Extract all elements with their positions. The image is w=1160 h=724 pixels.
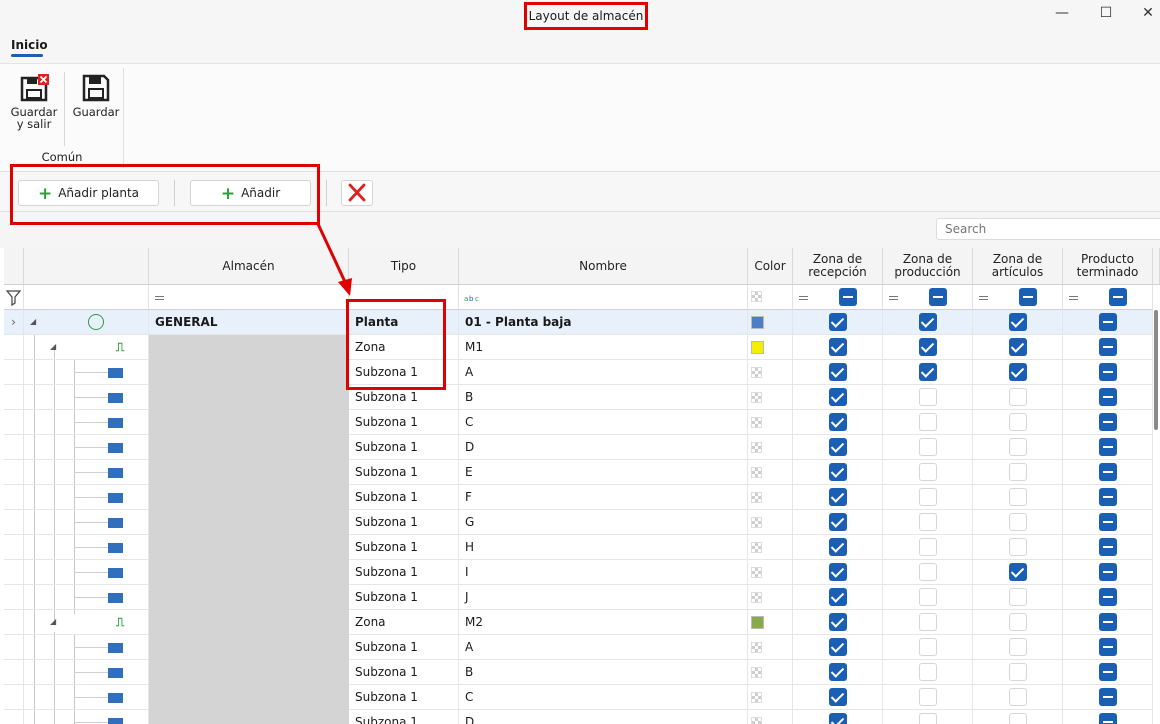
annotation-arrow [316,223,352,296]
